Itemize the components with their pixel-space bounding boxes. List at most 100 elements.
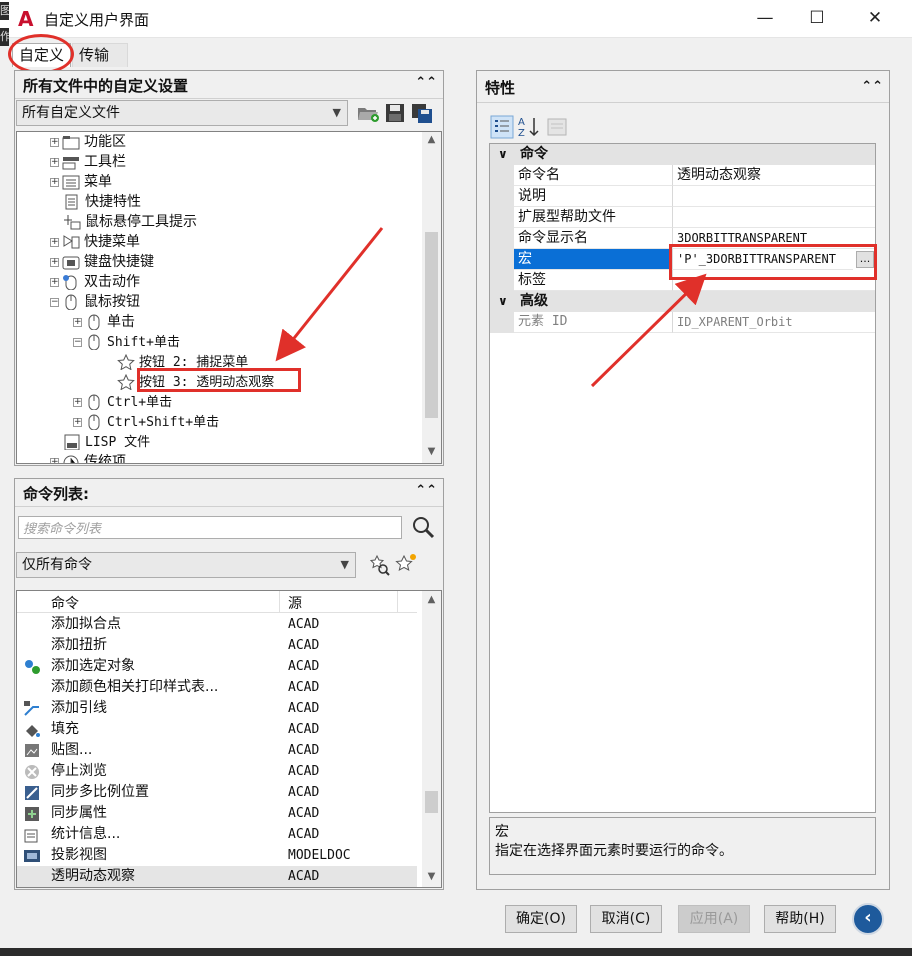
- table-row[interactable]: 添加拟合点 ACAD: [17, 614, 417, 635]
- scroll-thumb[interactable]: [425, 232, 438, 418]
- ribbon-icon: [62, 136, 80, 150]
- property-row-command-name[interactable]: 命令名 透明动态观察: [490, 165, 875, 186]
- svg-text:A: A: [518, 117, 525, 128]
- row-gutter: [490, 270, 514, 291]
- table-row[interactable]: 投影视图 MODELDOC: [17, 845, 417, 866]
- ok-button[interactable]: 确定(O): [505, 905, 577, 933]
- table-row[interactable]: 统计信息... ACAD: [17, 824, 417, 845]
- collapse-icon[interactable]: ⌃⌃: [415, 75, 437, 90]
- command-search-input[interactable]: 搜索命令列表: [18, 516, 402, 539]
- expand-icon[interactable]: +: [50, 157, 59, 167]
- property-row-description[interactable]: 说明: [490, 186, 875, 207]
- expand-icon[interactable]: +: [50, 137, 59, 147]
- tree-item-menus[interactable]: + 菜单: [50, 172, 112, 192]
- sync-attributes-icon: [25, 807, 39, 821]
- tree-scrollbar[interactable]: ▲ ▼: [422, 132, 441, 463]
- tree-item-toolbars[interactable]: + 工具栏: [50, 152, 126, 172]
- table-row[interactable]: 同步多比例位置 ACAD: [17, 782, 417, 803]
- category-advanced[interactable]: ∨ 高级: [490, 291, 875, 312]
- tree-item-mouse-buttons[interactable]: − 鼠标按钮: [50, 292, 140, 312]
- customization-tree[interactable]: + 功能区 + 工具栏 + 菜单 快捷特性 鼠标悬停工具提示 + 快捷菜单 + 键盘快捷键…: [16, 131, 442, 464]
- command-name: 停止浏览: [51, 763, 107, 779]
- scroll-up-icon[interactable]: ▲: [422, 594, 441, 605]
- tree-item-quick-properties[interactable]: 快捷特性: [63, 192, 141, 212]
- close-button[interactable]: ✕: [848, 0, 902, 36]
- search-icon[interactable]: [410, 514, 436, 540]
- save-as-icon[interactable]: [410, 102, 434, 124]
- scroll-down-icon[interactable]: ▼: [422, 446, 441, 457]
- find-command-icon[interactable]: [368, 554, 390, 576]
- apply-button[interactable]: 应用(A): [678, 905, 750, 933]
- tree-item-shortcut-menus[interactable]: + 快捷菜单: [50, 232, 140, 252]
- command-list-table[interactable]: 命令 源 添加拟合点 ACAD 添加扭折 ACAD 添加选定对象 ACAD 添加颜色相关打印…: [16, 590, 442, 888]
- chevron-down-icon[interactable]: ∨: [498, 144, 508, 165]
- minimize-button[interactable]: —: [738, 0, 792, 36]
- tree-item-keyboard-shortcuts[interactable]: + 键盘快捷键: [50, 252, 154, 272]
- property-row-element-id[interactable]: 元素 ID ID_XPARENT_Orbit: [490, 312, 875, 333]
- tree-item-ctrl-click[interactable]: + Ctrl+单击: [73, 392, 172, 412]
- create-command-icon[interactable]: [394, 552, 418, 576]
- table-row[interactable]: 透明动态观察 ACAD: [17, 866, 417, 887]
- tree-item-label: 快捷特性: [85, 194, 141, 210]
- expand-icon[interactable]: +: [73, 417, 82, 427]
- collapse-tree-icon[interactable]: −: [50, 297, 59, 307]
- scroll-up-icon[interactable]: ▲: [422, 134, 441, 145]
- categorized-icon[interactable]: [490, 115, 514, 139]
- table-row[interactable]: 填充 ACAD: [17, 719, 417, 740]
- tree-item-ribbon[interactable]: + 功能区: [50, 132, 126, 152]
- svg-text:Z: Z: [518, 128, 525, 139]
- chevron-down-icon[interactable]: ∨: [498, 291, 508, 312]
- expand-icon[interactable]: +: [50, 277, 59, 287]
- tree-item-click[interactable]: + 单击: [73, 312, 135, 332]
- description-pane: 宏 指定在选择界面元素时要运行的命令。: [489, 817, 876, 875]
- tree-item-ctrl-shift-click[interactable]: + Ctrl+Shift+单击: [73, 412, 219, 432]
- command-source: ACAD: [288, 869, 320, 884]
- expand-icon[interactable]: +: [50, 237, 59, 247]
- expand-icon[interactable]: +: [50, 457, 59, 463]
- window-title: 自定义用户界面: [44, 11, 150, 29]
- collapse-icon[interactable]: ⌃⌃: [861, 79, 883, 94]
- column-header-command[interactable]: 命令: [51, 593, 79, 613]
- expand-icon[interactable]: +: [50, 177, 59, 187]
- table-row[interactable]: 添加选定对象 ACAD: [17, 656, 417, 677]
- property-value[interactable]: [673, 207, 875, 228]
- collapse-panel-icon[interactable]: ‹: [852, 903, 884, 935]
- scroll-down-icon[interactable]: ▼: [422, 871, 441, 882]
- command-source: ACAD: [288, 743, 320, 758]
- sort-alphabetical-icon[interactable]: AZ: [517, 115, 541, 139]
- table-row[interactable]: 同步属性 ACAD: [17, 803, 417, 824]
- tree-item-shift-click[interactable]: − Shift+单击: [73, 332, 180, 352]
- autocad-logo-icon: A: [18, 7, 34, 31]
- tree-item-lisp-files[interactable]: LISP 文件: [63, 432, 150, 452]
- cancel-button[interactable]: 取消(C): [590, 905, 662, 933]
- scroll-thumb[interactable]: [425, 791, 438, 813]
- menu-icon: [62, 175, 80, 190]
- command-list-scrollbar[interactable]: ▲ ▼: [422, 591, 441, 887]
- command-source: ACAD: [288, 617, 320, 632]
- maximize-button[interactable]: ☐: [790, 0, 844, 36]
- save-icon[interactable]: [384, 102, 406, 124]
- table-row[interactable]: 添加引线 ACAD: [17, 698, 417, 719]
- column-header-source[interactable]: 源: [288, 593, 302, 613]
- tree-item-double-click-actions[interactable]: + 双击动作: [50, 272, 140, 292]
- property-row-extended-help[interactable]: 扩展型帮助文件: [490, 207, 875, 228]
- table-row[interactable]: 添加扭折 ACAD: [17, 635, 417, 656]
- tab-transfer[interactable]: 传输: [72, 43, 128, 67]
- property-value[interactable]: [673, 186, 875, 207]
- customization-file-select[interactable]: 所有自定义文件 ▼: [16, 100, 348, 126]
- table-row[interactable]: 添加颜色相关打印样式表... ACAD: [17, 677, 417, 698]
- category-command[interactable]: ∨ 命令: [490, 144, 875, 165]
- table-row[interactable]: 停止浏览 ACAD: [17, 761, 417, 782]
- tree-item-legacy[interactable]: + 传统项: [50, 452, 126, 463]
- expand-icon[interactable]: +: [50, 257, 59, 267]
- table-row[interactable]: 贴图... ACAD: [17, 740, 417, 761]
- open-file-icon[interactable]: [356, 102, 380, 124]
- property-value[interactable]: 透明动态观察: [673, 165, 875, 186]
- collapse-tree-icon[interactable]: −: [73, 337, 82, 347]
- help-button[interactable]: 帮助(H): [764, 905, 836, 933]
- expand-icon[interactable]: +: [73, 317, 82, 327]
- collapse-icon[interactable]: ⌃⌃: [415, 483, 437, 498]
- command-filter-select[interactable]: 仅所有命令 ▼: [16, 552, 356, 578]
- expand-icon[interactable]: +: [73, 397, 82, 407]
- tree-item-rollover-tooltips[interactable]: 鼠标悬停工具提示: [63, 212, 197, 232]
